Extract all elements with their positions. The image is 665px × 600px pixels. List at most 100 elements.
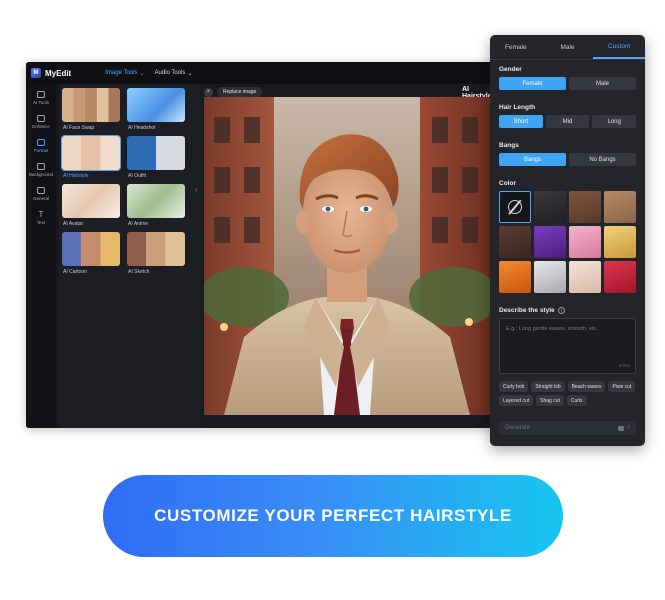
rail-item-ai-tools[interactable]: AI Tools [26,86,56,110]
tab-female[interactable]: Female [490,35,542,59]
tool-thumbnail [127,232,185,266]
tab-custom[interactable]: Custom [593,35,645,59]
cta-label: CUSTOMIZE YOUR PERFECT HAIRSTYLE [154,506,512,525]
tool-label: AI Headshot [128,125,156,131]
gender-label: Gender [499,66,522,73]
color-swatch[interactable] [604,191,636,223]
style-description-placeholder: E.g.: Long gentle waves, smooth, etc. [506,326,598,332]
chip-shag-cut[interactable]: Shag cut [536,395,564,406]
cta-button[interactable]: CUSTOMIZE YOUR PERFECT HAIRSTYLE [103,475,563,557]
color-swatch[interactable] [569,191,601,223]
no-color-icon [508,200,522,214]
color-swatch-none[interactable] [499,191,531,223]
generate-button[interactable]: Generate -7 [499,421,636,435]
tab-male[interactable]: Male [542,35,594,59]
tool-ai-anime[interactable]: AI Anime [127,184,187,232]
tool-thumbnail [127,184,185,218]
credit-cost: -7 [617,425,630,431]
rail-item-general[interactable]: General [26,182,56,206]
chip-curls[interactable]: Curls [566,395,587,406]
text-icon: T [38,210,44,219]
bangs-option-no-bangs[interactable]: No Bangs [569,153,636,166]
color-label: Color [499,180,516,187]
tool-ai-avatar[interactable]: AI Avatar [62,184,122,232]
background-icon [37,163,45,170]
tool-ai-headshot[interactable]: AI Headshot [127,88,187,136]
hairstyle-panel: Female Male Custom Gender Female Male Ha… [490,35,645,446]
top-nav: Image Tools ⌄ Audio Tools ⌄ [105,70,192,77]
rail-item-enhance[interactable]: Enhance [26,110,56,134]
portrait-photo [204,97,490,415]
nav-audio-tools[interactable]: Audio Tools ⌄ [155,70,193,77]
top-bar: M MyEdit Image Tools ⌄ Audio Tools ⌄ [26,62,500,84]
credit-value: -7 [625,425,630,431]
tool-label: AI Anime [128,221,149,227]
chip-straight-lob[interactable]: Straight lob [531,381,565,392]
tool-ai-outfit[interactable]: AI Outfit [127,136,187,184]
tools-panel: AI Face Swap AI Headshot AI Hairstyle AI… [59,84,219,428]
length-option-short[interactable]: Short [499,115,543,128]
enhance-icon [37,115,45,122]
stage: M MyEdit Image Tools ⌄ Audio Tools ⌄ AI To… [0,0,665,600]
bangs-label: Bangs [499,142,519,149]
chip-pixie-cut[interactable]: Pixie cut [608,381,636,392]
chip-beach-waves[interactable]: Beach waves [567,381,606,392]
tool-thumbnail [61,135,121,171]
tool-ai-cartoon[interactable]: AI Cartoon [62,232,122,280]
describe-label-row: Describe the style i [499,307,565,314]
style-description-input[interactable]: E.g.: Long gentle waves, smooth, etc. 0/… [499,318,636,374]
rail-label: Enhance [32,124,50,129]
color-swatch[interactable] [604,261,636,293]
chip-layered-cut[interactable]: Layered cut [499,395,534,406]
length-option-mid[interactable]: Mid [545,115,590,128]
color-swatch[interactable] [534,226,566,258]
rail-item-text[interactable]: T Text [26,206,56,230]
panel-tabs: Female Male Custom [490,35,645,60]
tool-label: AI Cartoon [63,269,87,275]
gender-option-male[interactable]: Male [569,77,636,90]
collapse-panel-icon[interactable]: ‹ [195,185,198,194]
sparkle-icon [37,91,45,98]
close-icon[interactable]: × [204,87,213,97]
tool-label: AI Face Swap [63,125,95,131]
rail-label: AI Tools [33,100,49,105]
tool-label: AI Hairstyle [63,173,89,179]
color-swatches [499,191,636,293]
tool-thumbnail [127,88,185,122]
tool-grid: AI Face Swap AI Headshot AI Hairstyle AI… [61,88,188,280]
gender-option-female[interactable]: Female [499,77,566,90]
length-option-long[interactable]: Long [592,115,637,128]
tool-thumbnail [62,232,120,266]
tool-label: AI Outfit [128,173,147,179]
rail-item-portrait[interactable]: Portrait [26,134,56,158]
logo[interactable]: M MyEdit [31,68,71,78]
rail-label: Background [28,172,54,177]
color-swatch[interactable] [569,261,601,293]
style-chips: Curly bob Straight lob Beach waves Pixie… [499,381,639,406]
info-icon[interactable]: i [557,307,565,314]
nav-image-tools[interactable]: Image Tools ⌄ [105,70,144,77]
chevron-down-icon: ⌄ [139,70,145,77]
bangs-option-bangs[interactable]: Bangs [499,153,566,166]
portrait-icon [37,139,45,146]
side-rail: AI Tools Enhance Portrait Background Gen… [26,84,56,428]
rail-label: Portrait [33,148,49,153]
replace-image-button[interactable]: Replace image [217,87,263,97]
rail-item-background[interactable]: Background [26,158,56,182]
tool-ai-face-swap[interactable]: AI Face Swap [62,88,122,136]
chip-curly-bob[interactable]: Curly bob [499,381,529,392]
tool-ai-sketch[interactable]: AI Sketch [127,232,187,280]
color-swatch[interactable] [499,226,531,258]
logo-text: MyEdit [45,68,72,78]
layers-icon [37,187,45,194]
color-swatch[interactable] [604,226,636,258]
tool-thumbnail [62,88,120,122]
color-swatch[interactable] [569,226,601,258]
rail-label: General [32,196,49,201]
tool-thumbnail [127,136,185,170]
color-swatch[interactable] [499,261,531,293]
color-swatch[interactable] [534,191,566,223]
tool-thumbnail [62,184,120,218]
color-swatch[interactable] [534,261,566,293]
tool-ai-hairstyle[interactable]: AI Hairstyle [61,135,122,184]
